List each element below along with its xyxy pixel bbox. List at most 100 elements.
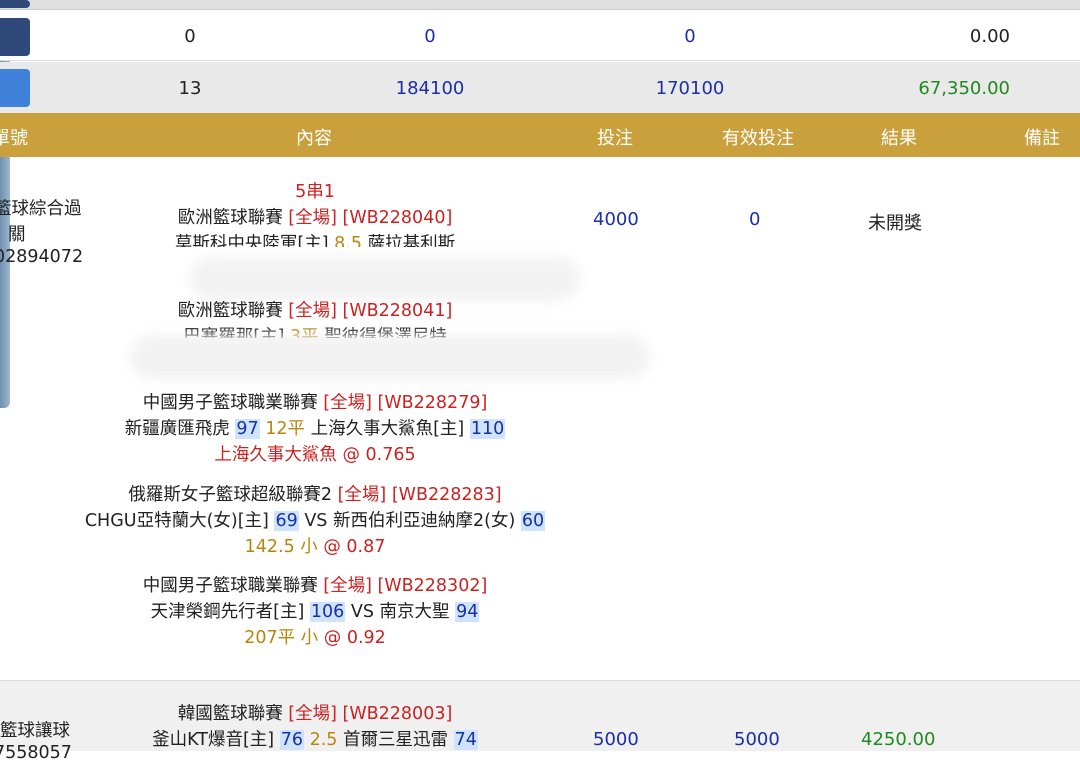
leg-teams-line: 天津榮鋼先行者[主] 106 VS 南京大聖 94 (60, 599, 570, 625)
home-team: CHGU亞特蘭大(女)[主] (84, 511, 269, 531)
league-name: 歐洲籃球聯賽 (177, 208, 283, 228)
home-score: 97 (235, 419, 260, 439)
leg-league-line: 中國男子籃球職業聯賽 [全場] [WB228279] (60, 390, 570, 416)
order-type-line2: 關 (8, 225, 26, 245)
order-effective: 0 (749, 209, 761, 230)
bet-leg: 韓國籃球聯賽 [全場] [WB228003] 釜山KT爆音[主] 76 2.5 … (100, 701, 530, 753)
match-code: [WB228040] (342, 208, 453, 228)
pick-line: 207平 小 (244, 628, 319, 648)
header-result: 結果 (881, 128, 917, 149)
line: 2.5 (309, 730, 338, 750)
bet-leg: 中國男子籃球職業聯賽 [全場] [WB228279] 新疆廣匯飛虎 97 12平… (60, 390, 570, 468)
blur-mask (190, 257, 580, 301)
total-bet: 184100 (395, 78, 465, 99)
leg-teams-line: 釜山KT爆音[主] 76 2.5 首爾三星迅雷 74 (100, 727, 530, 753)
order-number: 7558057 (0, 743, 72, 763)
bet-leg: 俄羅斯女子籃球超級聯賽2 [全場] [WB228283] CHGU亞特蘭大(女)… (60, 482, 570, 560)
away-team: 薩拉基利斯 (367, 234, 456, 247)
header-order-no: 單號 (0, 128, 28, 149)
total-count: 13 (178, 78, 202, 99)
table-header: 單號 內容 投注 有效投注 結果 備註 (0, 113, 1080, 157)
leg-league-line: 歐洲籃球聯賽 [全場] [WB228041] (100, 298, 530, 324)
summary-row: 0 0 0 0.00 (0, 10, 1080, 61)
match-code: [WB228283] (391, 485, 502, 505)
nav-button-light[interactable] (0, 69, 30, 107)
order-row[interactable]: 籃球讓球 7558057 韓國籃球聯賽 [全場] [WB228003] 釜山KT… (0, 680, 1080, 763)
odds: @ 0.92 (323, 628, 386, 648)
blur-mask (130, 335, 650, 379)
bet-leg: 歐洲籃球聯賽 [全場] [WB228041] 巴塞羅那[主] 3平 聖彼得堡澤尼… (100, 298, 530, 338)
line: 8.5 (334, 234, 362, 247)
pick-line: 142.5 小 (244, 537, 318, 557)
home-score: 76 (279, 730, 304, 750)
summary-result: 0.00 (969, 26, 1010, 47)
odds: @ 0.765 (342, 445, 416, 465)
order-type-line1: 籃球讓球 (0, 721, 70, 741)
away-team: 首爾三星迅雷 (342, 730, 448, 750)
leg-pick-line: 上海久事大鯊魚 @ 0.765 (60, 442, 570, 468)
scope: [全場] (288, 704, 337, 724)
scope: [全場] (337, 485, 387, 505)
vs-label: VS (304, 511, 328, 531)
leg-teams-line: CHGU亞特蘭大(女)[主] 69 VS 新西伯利亞迪納摩2(女) 60 (60, 508, 570, 534)
total-result: 67,350.00 (918, 78, 1010, 99)
home-team: 天津榮鋼先行者[主] (150, 602, 305, 622)
scope: [全場] (288, 208, 337, 228)
summary-top-strip (0, 0, 1080, 10)
match-code: [WB228302] (377, 576, 488, 596)
header-content: 內容 (296, 128, 332, 149)
match-code: [WB228041] (342, 301, 453, 321)
away-score: 74 (453, 730, 478, 750)
leg-league-line: 韓國籃球聯賽 [全場] [WB228003] (100, 701, 530, 727)
scope: [全場] (288, 301, 337, 321)
order-result: 4250.00 (861, 729, 936, 750)
total-effective: 170100 (655, 78, 725, 99)
line: 12平 (265, 419, 305, 439)
order-number: 02894072 (0, 247, 84, 267)
away-score: 110 (469, 419, 506, 439)
order-bet: 4000 (593, 209, 639, 230)
summary-total-row: 13 184100 170100 67,350.00 (0, 62, 1080, 113)
scope: [全場] (323, 393, 372, 413)
match-code: [WB228003] (342, 704, 453, 724)
nav-button-dark[interactable] (0, 18, 30, 56)
leg-pick-line: 142.5 小 @ 0.87 (60, 534, 570, 560)
match-code: [WB228279] (377, 393, 488, 413)
header-effective: 有效投注 (722, 128, 794, 149)
leg-teams-line: 莫斯科中央陸軍[主] 8.5 薩拉基利斯 (100, 231, 530, 247)
leg-league-line: 中國男子籃球職業聯賽 [全場] [WB228302] (60, 573, 570, 599)
summary-count: 0 (184, 26, 196, 47)
pick: 上海久事大鯊魚 (214, 445, 337, 465)
league-name: 俄羅斯女子籃球超級聯賽2 (128, 485, 333, 505)
league-name: 歐洲籃球聯賽 (177, 301, 283, 321)
leg-league-line: 歐洲籃球聯賽 [全場] [WB228040] (100, 205, 530, 231)
scope: [全場] (323, 576, 372, 596)
combo-label: 5串1 (295, 182, 335, 202)
leg-teams-line: 新疆廣匯飛虎 97 12平 上海久事大鯊魚[主] 110 (60, 416, 570, 442)
nav-button-top[interactable] (0, 0, 30, 8)
league-name: 中國男子籃球職業聯賽 (142, 576, 318, 596)
order-row[interactable]: 籃球綜合過 關 02894072 4000 0 未開獎 5串1 歐洲籃球聯賽 [… (0, 157, 1080, 677)
order-bet: 5000 (593, 729, 639, 750)
home-team: 莫斯科中央陸軍[主] (174, 234, 329, 247)
order-result: 未開獎 (868, 213, 922, 234)
league-name: 中國男子籃球職業聯賽 (142, 393, 318, 413)
away-team: 新西伯利亞迪納摩2(女) (333, 511, 516, 531)
leg-league-line: 俄羅斯女子籃球超級聯賽2 [全場] [WB228283] (60, 482, 570, 508)
summary-effective: 0 (684, 26, 696, 47)
home-team: 新疆廣匯飛虎 (124, 419, 230, 439)
away-score: 60 (520, 511, 546, 531)
league-name: 韓國籃球聯賽 (177, 704, 283, 724)
order-type-line1: 籃球綜合過 (0, 199, 82, 219)
bet-leg: 中國男子籃球職業聯賽 [全場] [WB228302] 天津榮鋼先行者[主] 10… (60, 573, 570, 651)
away-team: 上海久事大鯊魚[主] (310, 419, 465, 439)
odds: @ 0.87 (323, 537, 386, 557)
away-team: 南京大聖 (379, 602, 450, 622)
bet-leg: 5串1 歐洲籃球聯賽 [全場] [WB228040] 莫斯科中央陸軍[主] 8.… (100, 179, 530, 247)
leg-pick-line: 207平 小 @ 0.92 (60, 625, 570, 651)
home-team: 釜山KT爆音[主] (152, 730, 275, 750)
order-effective: 5000 (734, 729, 780, 750)
away-score: 94 (455, 602, 480, 622)
summary-bet: 0 (424, 26, 436, 47)
home-score: 69 (274, 511, 299, 531)
